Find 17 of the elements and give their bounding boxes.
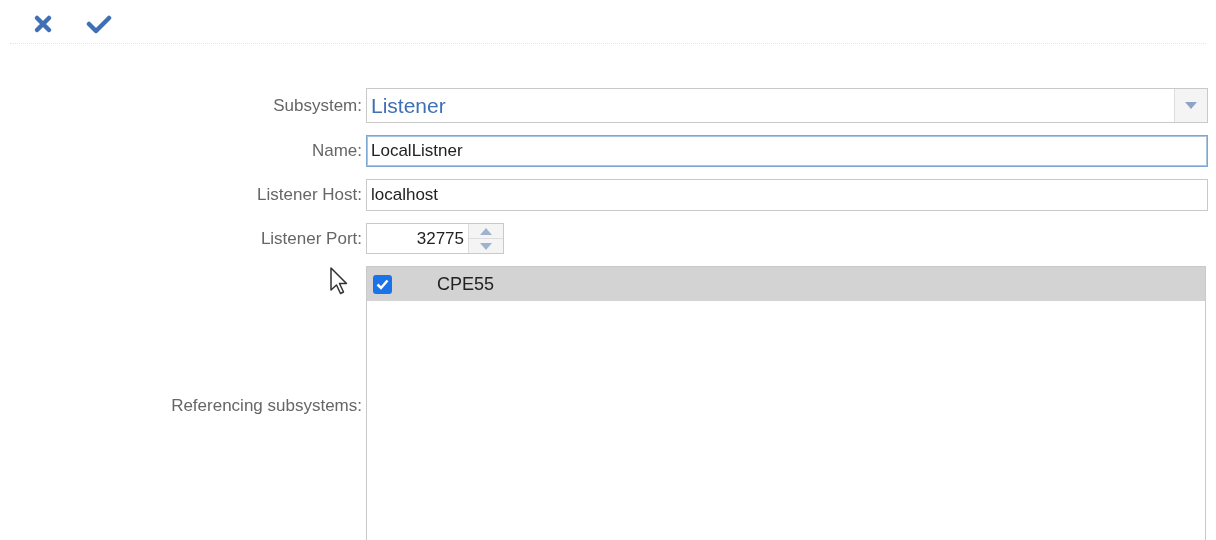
checkbox[interactable] [373, 274, 392, 294]
down-arrow-icon [480, 242, 492, 250]
mouse-pointer-icon [329, 266, 350, 296]
subsystem-dropdown[interactable]: Listener [366, 88, 1208, 123]
dropdown-arrow-icon [1185, 102, 1197, 109]
up-arrow-icon [480, 227, 492, 235]
field-label: Listener Port: [260, 228, 362, 249]
checkmark-icon [86, 14, 112, 34]
field-label: Listener Host: [257, 185, 362, 205]
list-item[interactable]: CPE55 [367, 267, 1205, 301]
field-label: Subsystem: [273, 95, 362, 116]
text-field[interactable]: localhost [366, 179, 1208, 211]
close-icon [33, 14, 53, 34]
checkmark-icon [376, 278, 389, 290]
text-field[interactable]: LocalListner [366, 135, 1208, 167]
field-label: Referencing subsystems: [171, 396, 362, 416]
field-label: Name: [311, 141, 362, 161]
